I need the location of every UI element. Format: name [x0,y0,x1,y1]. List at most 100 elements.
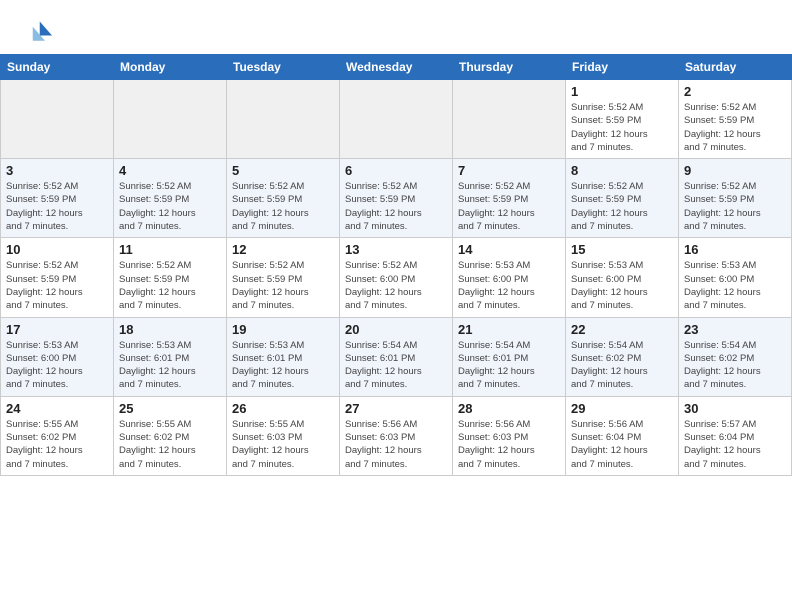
day-info: Sunrise: 5:52 AM Sunset: 5:59 PM Dayligh… [571,180,673,233]
day-number: 13 [345,242,447,257]
day-number: 22 [571,322,673,337]
day-number: 24 [6,401,108,416]
page-header [0,0,792,54]
calendar-cell [114,80,227,159]
day-number: 27 [345,401,447,416]
calendar-cell: 29 Sunrise: 5:56 AM Sunset: 6:04 PM Dayli… [566,396,679,475]
day-number: 26 [232,401,334,416]
calendar-week-1: 1 Sunrise: 5:52 AM Sunset: 5:59 PM Daylig… [1,80,792,159]
day-number: 1 [571,84,673,99]
calendar-cell: 27 Sunrise: 5:56 AM Sunset: 6:03 PM Dayli… [340,396,453,475]
day-number: 8 [571,163,673,178]
day-info: Sunrise: 5:56 AM Sunset: 6:03 PM Dayligh… [458,418,560,471]
calendar-cell: 1 Sunrise: 5:52 AM Sunset: 5:59 PM Daylig… [566,80,679,159]
day-info: Sunrise: 5:52 AM Sunset: 5:59 PM Dayligh… [6,259,108,312]
day-number: 9 [684,163,786,178]
day-number: 4 [119,163,221,178]
day-number: 12 [232,242,334,257]
weekday-wednesday: Wednesday [340,55,453,80]
day-number: 28 [458,401,560,416]
calendar-cell: 30 Sunrise: 5:57 AM Sunset: 6:04 PM Dayli… [679,396,792,475]
calendar-cell: 9 Sunrise: 5:52 AM Sunset: 5:59 PM Daylig… [679,159,792,238]
day-info: Sunrise: 5:55 AM Sunset: 6:02 PM Dayligh… [6,418,108,471]
day-info: Sunrise: 5:56 AM Sunset: 6:03 PM Dayligh… [345,418,447,471]
day-info: Sunrise: 5:52 AM Sunset: 5:59 PM Dayligh… [232,259,334,312]
calendar-cell: 17Sunrise: 5:53 AM Sunset: 6:00 PM Dayli… [1,317,114,396]
day-info: Sunrise: 5:55 AM Sunset: 6:02 PM Dayligh… [119,418,221,471]
calendar-cell: 15 Sunrise: 5:53 AM Sunset: 6:00 PM Dayli… [566,238,679,317]
calendar-cell [340,80,453,159]
day-info: Sunrise: 5:53 AM Sunset: 6:01 PM Dayligh… [232,339,334,392]
calendar-cell: 2 Sunrise: 5:52 AM Sunset: 5:59 PM Daylig… [679,80,792,159]
calendar-week-3: 10 Sunrise: 5:52 AM Sunset: 5:59 PM Dayli… [1,238,792,317]
day-number: 17 [6,322,108,337]
day-number: 21 [458,322,560,337]
day-info: Sunrise: 5:57 AM Sunset: 6:04 PM Dayligh… [684,418,786,471]
calendar-cell: 10 Sunrise: 5:52 AM Sunset: 5:59 PM Dayli… [1,238,114,317]
calendar-cell: 24 Sunrise: 5:55 AM Sunset: 6:02 PM Dayli… [1,396,114,475]
day-info: Sunrise: 5:52 AM Sunset: 5:59 PM Dayligh… [119,180,221,233]
day-number: 30 [684,401,786,416]
weekday-thursday: Thursday [453,55,566,80]
day-info: Sunrise: 5:53 AM Sunset: 6:00 PM Dayligh… [684,259,786,312]
calendar-cell [1,80,114,159]
calendar-cell: 19 Sunrise: 5:53 AM Sunset: 6:01 PM Dayli… [227,317,340,396]
calendar-cell [453,80,566,159]
calendar-cell: 7 Sunrise: 5:52 AM Sunset: 5:59 PM Daylig… [453,159,566,238]
day-info: Sunrise: 5:54 AM Sunset: 6:01 PM Dayligh… [345,339,447,392]
day-info: Sunrise: 5:54 AM Sunset: 6:01 PM Dayligh… [458,339,560,392]
calendar-cell: 3 Sunrise: 5:52 AM Sunset: 5:59 PM Daylig… [1,159,114,238]
day-number: 6 [345,163,447,178]
calendar-cell: 8 Sunrise: 5:52 AM Sunset: 5:59 PM Daylig… [566,159,679,238]
calendar-cell: 5 Sunrise: 5:52 AM Sunset: 5:59 PM Daylig… [227,159,340,238]
day-number: 23 [684,322,786,337]
day-number: 29 [571,401,673,416]
day-number: 14 [458,242,560,257]
weekday-header-row: SundayMondayTuesdayWednesdayThursdayFrid… [1,55,792,80]
day-info: Sunrise: 5:53 AM Sunset: 6:00 PM Dayligh… [458,259,560,312]
calendar-cell: 11Sunrise: 5:52 AM Sunset: 5:59 PM Dayli… [114,238,227,317]
weekday-saturday: Saturday [679,55,792,80]
day-number: 7 [458,163,560,178]
day-info: Sunrise: 5:52 AM Sunset: 5:59 PM Dayligh… [684,101,786,154]
page-container: SundayMondayTuesdayWednesdayThursdayFrid… [0,0,792,476]
calendar-cell: 22Sunrise: 5:54 AM Sunset: 6:02 PM Dayli… [566,317,679,396]
calendar-week-2: 3 Sunrise: 5:52 AM Sunset: 5:59 PM Daylig… [1,159,792,238]
day-info: Sunrise: 5:52 AM Sunset: 5:59 PM Dayligh… [232,180,334,233]
day-number: 5 [232,163,334,178]
calendar-cell: 6Sunrise: 5:52 AM Sunset: 5:59 PM Daylig… [340,159,453,238]
day-number: 11 [119,242,221,257]
day-number: 18 [119,322,221,337]
day-info: Sunrise: 5:52 AM Sunset: 5:59 PM Dayligh… [571,101,673,154]
day-number: 10 [6,242,108,257]
day-info: Sunrise: 5:52 AM Sunset: 5:59 PM Dayligh… [684,180,786,233]
calendar-cell: 13 Sunrise: 5:52 AM Sunset: 6:00 PM Dayli… [340,238,453,317]
day-number: 25 [119,401,221,416]
day-number: 2 [684,84,786,99]
day-info: Sunrise: 5:53 AM Sunset: 6:01 PM Dayligh… [119,339,221,392]
weekday-friday: Friday [566,55,679,80]
calendar-cell: 25 Sunrise: 5:55 AM Sunset: 6:02 PM Dayli… [114,396,227,475]
calendar-cell: 16 Sunrise: 5:53 AM Sunset: 6:00 PM Dayli… [679,238,792,317]
day-info: Sunrise: 5:52 AM Sunset: 6:00 PM Dayligh… [345,259,447,312]
day-info: Sunrise: 5:53 AM Sunset: 6:00 PM Dayligh… [571,259,673,312]
day-number: 3 [6,163,108,178]
calendar-week-5: 24 Sunrise: 5:55 AM Sunset: 6:02 PM Dayli… [1,396,792,475]
calendar-week-4: 17Sunrise: 5:53 AM Sunset: 6:00 PM Dayli… [1,317,792,396]
day-info: Sunrise: 5:52 AM Sunset: 5:59 PM Dayligh… [458,180,560,233]
calendar-table: SundayMondayTuesdayWednesdayThursdayFrid… [0,54,792,476]
day-number: 16 [684,242,786,257]
weekday-monday: Monday [114,55,227,80]
calendar-cell: 20Sunrise: 5:54 AM Sunset: 6:01 PM Dayli… [340,317,453,396]
calendar-cell: 26 Sunrise: 5:55 AM Sunset: 6:03 PM Dayli… [227,396,340,475]
day-info: Sunrise: 5:52 AM Sunset: 5:59 PM Dayligh… [6,180,108,233]
calendar-cell: 14 Sunrise: 5:53 AM Sunset: 6:00 PM Dayli… [453,238,566,317]
day-info: Sunrise: 5:55 AM Sunset: 6:03 PM Dayligh… [232,418,334,471]
calendar-cell: 28 Sunrise: 5:56 AM Sunset: 6:03 PM Dayli… [453,396,566,475]
day-info: Sunrise: 5:56 AM Sunset: 6:04 PM Dayligh… [571,418,673,471]
day-number: 15 [571,242,673,257]
calendar-cell: 18 Sunrise: 5:53 AM Sunset: 6:01 PM Dayli… [114,317,227,396]
day-number: 19 [232,322,334,337]
weekday-sunday: Sunday [1,55,114,80]
logo-icon [24,18,52,46]
